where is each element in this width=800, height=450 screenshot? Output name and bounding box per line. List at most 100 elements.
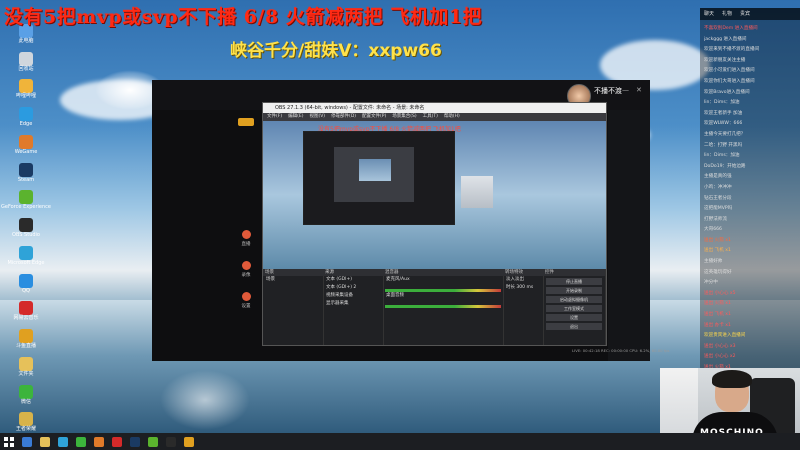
- obs-control-button[interactable]: 启动虚拟摄像机: [546, 296, 602, 303]
- taskbar-app-icon[interactable]: [58, 436, 68, 447]
- obs-dock-item[interactable]: 场景: [263, 276, 323, 284]
- stream-subline: 峡谷千分/甜妹V：xxpw66: [230, 41, 442, 61]
- obs-dock-item[interactable]: 时长 300 ms: [503, 284, 543, 292]
- obs-dock-item[interactable]: 文本 (GDI+) 2: [323, 284, 383, 292]
- taskbar-app-icon[interactable]: [40, 436, 50, 447]
- taskbar-app-icon[interactable]: [94, 436, 104, 447]
- chat-message: 送出 飞机 x1: [704, 312, 731, 318]
- desktop-icon[interactable]: Edge: [2, 107, 50, 129]
- obs-dock-item[interactable]: 淡入淡出: [503, 276, 543, 284]
- obs-dock-title: 控件: [543, 269, 605, 276]
- chat-message: 送出 小心心 x3: [704, 343, 736, 349]
- obs-control-button[interactable]: 设置: [546, 314, 602, 321]
- sidebar-item[interactable]: 设置: [232, 292, 260, 309]
- obs-menu-item[interactable]: 场景集合(S): [392, 114, 416, 119]
- taskbar-app-icon[interactable]: [184, 436, 194, 447]
- obs-menu-bar: 文件(F) 编辑(E) 视图(V) 停靠部件(D) 配置文件(P) 场景集合(S) 工具(T…: [263, 113, 606, 121]
- preview-webcam: [461, 176, 493, 208]
- taskbar-app-icon[interactable]: [22, 436, 32, 447]
- chat-message: 欢迎来到不播不渡的直播间: [704, 47, 760, 53]
- start-icon[interactable]: [4, 436, 14, 447]
- minimize-icon[interactable]: —: [622, 86, 629, 94]
- taskbar-app-icon[interactable]: [76, 436, 86, 447]
- sidebar-item[interactable]: 录像: [232, 261, 260, 278]
- desktop-icon[interactable]: 王者荣耀: [2, 412, 50, 434]
- desktop-icon-label: WeGame: [14, 148, 38, 155]
- desktop-icon-column: 此电脑回收站哔哩哔哩 Edge WeGame Steam GeForce Experie…: [1, 24, 51, 434]
- obs-window: OBS 27.1.3 (64-bit, windows) - 配置文件: 未命名…: [262, 102, 607, 346]
- taskbar-app-icon[interactable]: [166, 436, 176, 447]
- chat-tab[interactable]: 贵宾: [740, 8, 750, 20]
- obs-menu-item[interactable]: 视图(V): [309, 114, 325, 119]
- chat-message: 二哈：打野 开黑吗: [704, 142, 743, 148]
- desktop-icon-label: GeForce Experience: [1, 204, 51, 211]
- obs-menu-item[interactable]: 停靠部件(D): [331, 114, 356, 119]
- obs-control-button[interactable]: 退出: [546, 323, 602, 330]
- chat-message: 送出 小心心 x2: [704, 354, 736, 360]
- desktop-icon[interactable]: Microsoft Edge: [2, 245, 50, 268]
- obs-menu-item[interactable]: 配置文件(P): [362, 114, 386, 119]
- desktop-icon[interactable]: OBS Studio: [2, 218, 50, 240]
- taskbar-app-icon[interactable]: [112, 436, 122, 447]
- obs-control-button[interactable]: 工作室模式: [546, 305, 602, 312]
- chat-tab[interactable]: 聊天: [704, 8, 714, 20]
- desktop-icon[interactable]: 哔哩哔哩: [2, 79, 50, 101]
- obs-dock-item[interactable]: 文本 (GDI+): [323, 276, 383, 284]
- chat-message: 主播是真的强: [704, 174, 732, 180]
- nested-preview: [303, 131, 455, 225]
- obs-dock-title: 来源: [323, 269, 383, 276]
- taskbar-app-icon[interactable]: [130, 436, 140, 447]
- sidebar-item-label: 录像: [241, 273, 251, 278]
- sidebar-item-icon: [241, 292, 251, 301]
- obs-menu-item[interactable]: 工具(T): [423, 114, 438, 119]
- app-icon: [19, 51, 33, 66]
- chat-tab[interactable]: 礼物: [722, 8, 732, 20]
- sidebar-item-icon: [241, 230, 251, 239]
- taskbar-app-icon[interactable]: [148, 436, 158, 447]
- desktop-icon[interactable]: GeForce Experience: [1, 190, 51, 212]
- obs-dock-item[interactable]: 麦克风/Aux: [383, 276, 503, 284]
- obs-control-button[interactable]: 开始录制: [546, 287, 602, 294]
- desktop-icon[interactable]: Steam: [2, 162, 50, 185]
- chat-message: 大哥666: [704, 227, 722, 233]
- chat-message: 主播好帅: [704, 259, 723, 265]
- desktop-icon[interactable]: WeGame: [2, 134, 50, 157]
- obs-menu-item[interactable]: 帮助(H): [444, 114, 460, 119]
- sidebar-item[interactable]: 直播: [232, 230, 260, 247]
- chat-message: 小鸡：冲冲冲: [704, 184, 732, 190]
- obs-preview[interactable]: 没有5把mvp或svp不下播 6/8 火箭减两把 飞机加1把 峡谷千分/甜妹V：…: [263, 121, 606, 269]
- obs-control-button[interactable]: 停止直播: [546, 278, 602, 285]
- desktop-icon[interactable]: QQ: [2, 273, 50, 296]
- app-icon: [19, 134, 33, 149]
- desktop-icon[interactable]: 文件夹: [2, 356, 50, 379]
- sidebar-item-label: 设置: [241, 304, 251, 309]
- desktop-icon[interactable]: 斗鱼直播: [2, 329, 50, 351]
- desktop-icon-label: 此电脑: [18, 38, 34, 44]
- sidebar-item-label: 直播: [241, 242, 251, 247]
- obs-menu-item[interactable]: 编辑(E): [288, 114, 303, 119]
- nested-preview-inner: [334, 147, 414, 202]
- close-icon[interactable]: ✕: [636, 86, 642, 94]
- desktop-icon-label: 网易云音乐: [13, 315, 39, 322]
- desktop-icon[interactable]: 网易云音乐: [2, 301, 50, 323]
- obs-menu-item[interactable]: 文件(F): [267, 114, 282, 119]
- chat-panel: 聊天 礼物 贵宾 不喜欢别Dem 进入直播间 jackggg 进入直播间 欢迎来到不播不…: [700, 8, 800, 370]
- desktop-icon[interactable]: 微信: [2, 384, 50, 407]
- obs-dock: 来源 文本 (GDI+) 文本 (GDI+) 2 视频采集设备 显示器采集: [323, 269, 384, 345]
- app-icon: [19, 384, 33, 399]
- desktop-icon-label: Edge: [19, 121, 33, 128]
- app-icon: [19, 245, 33, 260]
- obs-dock-title: 场景: [263, 269, 323, 276]
- app-icon: [19, 218, 33, 233]
- obs-dock: 转场特效 淡入淡出 时长 300 ms: [503, 269, 544, 345]
- audio-meter[interactable]: [385, 305, 501, 308]
- obs-dock-item[interactable]: 视频采集设备: [323, 292, 383, 300]
- obs-dock-title: 混音器: [383, 269, 503, 276]
- chat-message: 欢迎WLWW：666: [704, 121, 743, 127]
- obs-dock-item[interactable]: 显示器采集: [323, 300, 383, 308]
- taskbar: [0, 433, 800, 450]
- desktop-icon[interactable]: 回收站: [2, 51, 50, 74]
- desktop-icon-label: 回收站: [18, 65, 34, 72]
- sidebar-item-icon: [241, 261, 251, 270]
- obs-dock-item[interactable]: 桌面音频: [383, 292, 503, 300]
